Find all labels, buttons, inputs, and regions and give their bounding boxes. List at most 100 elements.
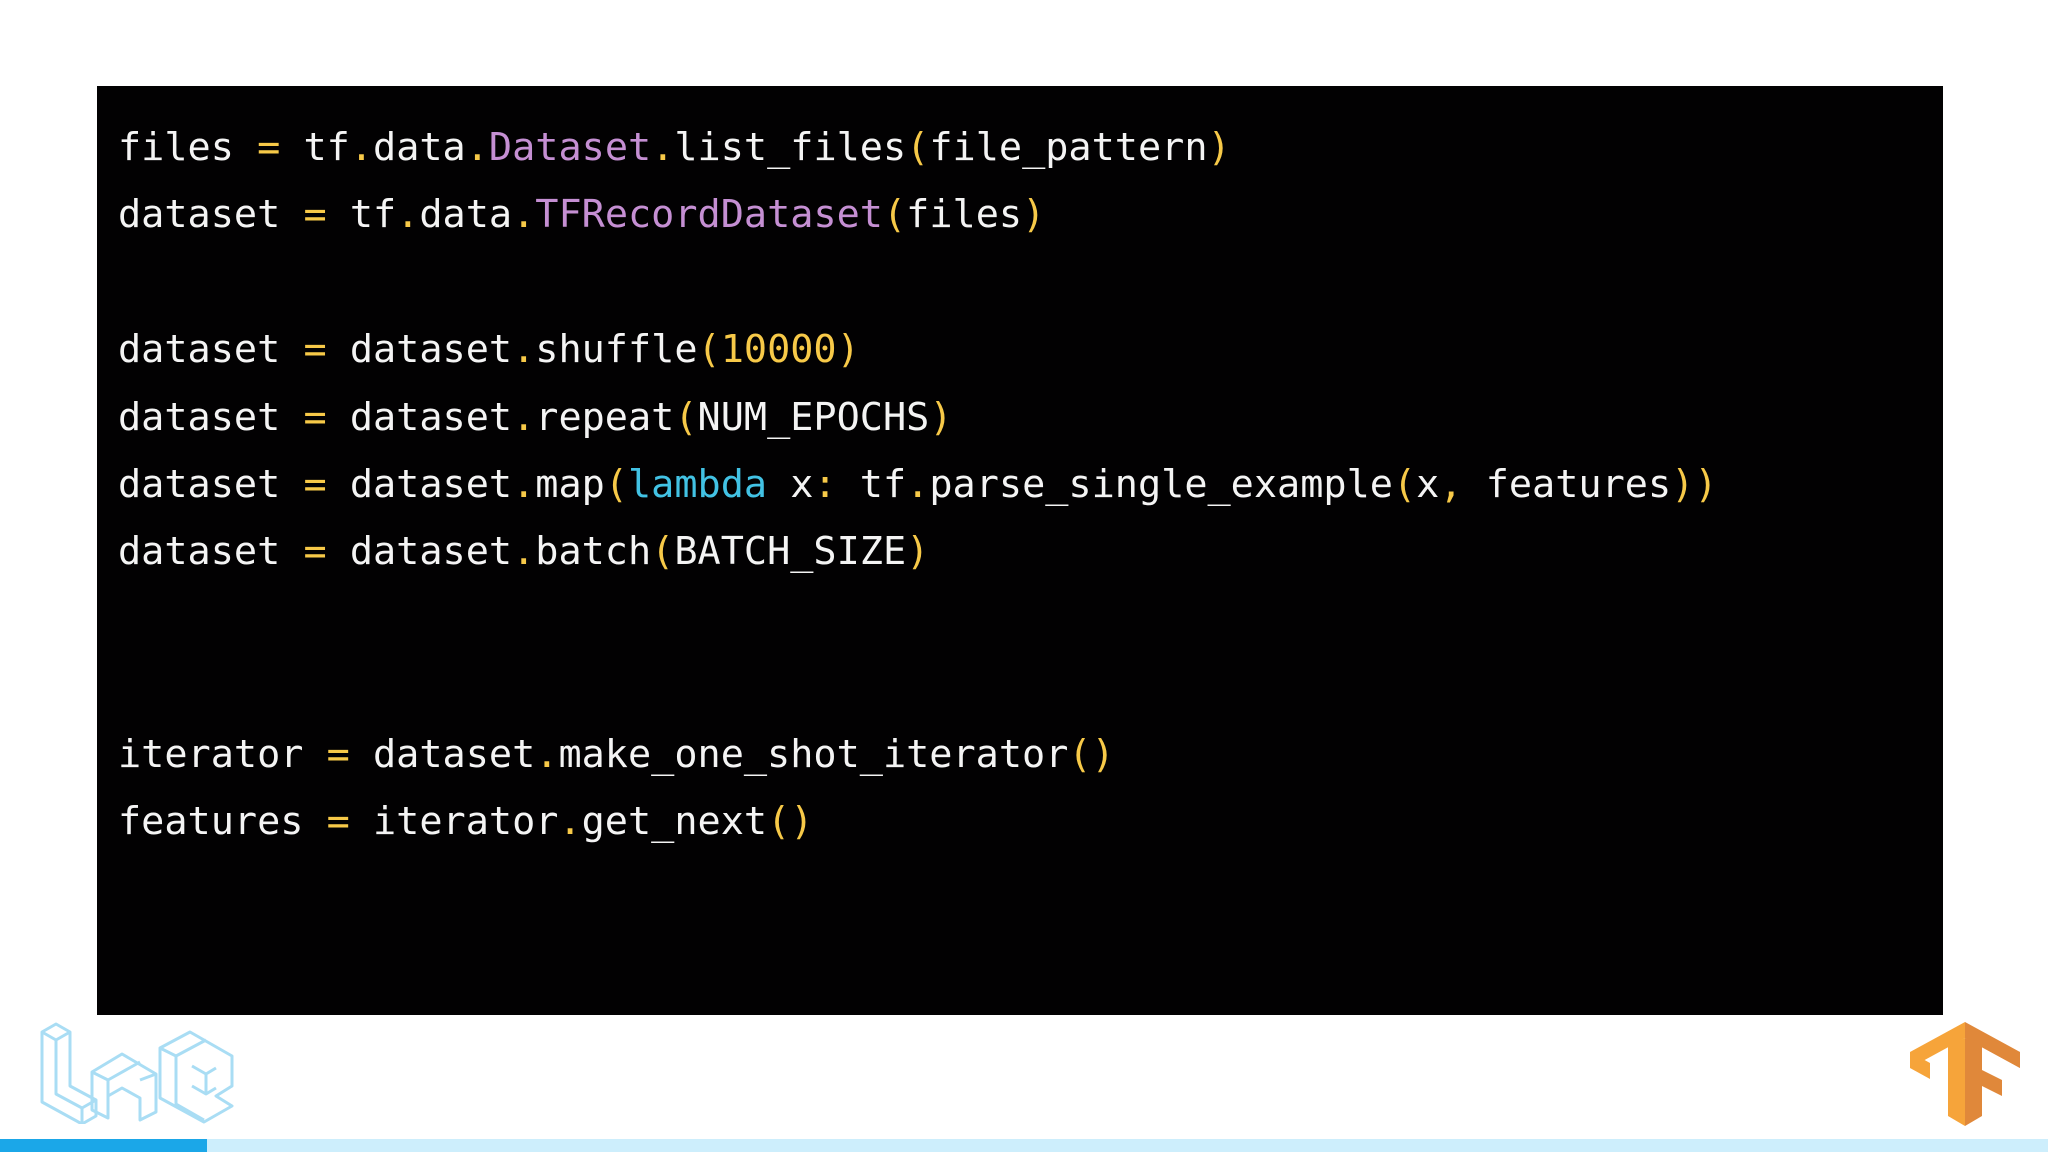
code-token: =	[326, 798, 350, 844]
code-token: ,	[1439, 461, 1463, 507]
code-token: dataset	[118, 327, 281, 373]
code-panel: files = tf.data.Dataset.list_files(file_…	[97, 86, 1943, 1015]
code-line: features = iterator.get_next()	[118, 788, 1718, 855]
code-line: dataset = dataset.map(lambda x: tf.parse…	[118, 451, 1718, 518]
code-token: tf	[280, 125, 350, 170]
code-token: dataset	[118, 461, 281, 507]
code-token: tf	[326, 192, 397, 238]
code-token: (	[674, 394, 698, 440]
code-token: iterator	[118, 731, 304, 777]
code-token: make_one_shot_iterator	[558, 731, 1069, 777]
code-token: dataset	[349, 731, 536, 777]
code-token: =	[303, 394, 327, 440]
code-token: .	[396, 192, 420, 238]
code-token: ()	[767, 798, 814, 844]
code-token: =	[326, 731, 350, 777]
code-line: dataset = tf.data.TFRecordDataset(files)	[118, 181, 1718, 248]
code-token: shuffle	[535, 327, 698, 373]
code-token: iterator	[349, 798, 559, 844]
code-token: batch	[535, 529, 652, 575]
code-token: NUM_EPOCHS	[697, 394, 930, 440]
code-token: )	[906, 529, 930, 575]
code-token: data	[373, 125, 466, 170]
code-token: .	[512, 192, 536, 238]
code-line: dataset = dataset.repeat(NUM_EPOCHS)	[118, 384, 1718, 451]
code-token: get_next	[581, 798, 768, 844]
code-token: =	[303, 529, 327, 575]
code-token: BATCH_SIZE	[674, 529, 907, 575]
code-token: (	[604, 461, 628, 507]
progress-fill	[0, 1139, 207, 1152]
code-token: files	[906, 192, 1023, 238]
code-token: 10000	[720, 327, 837, 373]
code-token: .	[906, 461, 930, 507]
code-token: .	[465, 125, 489, 170]
code-token: =	[303, 192, 327, 238]
code-token: :	[813, 461, 837, 507]
code-line: dataset = dataset.shuffle(10000)	[118, 316, 1718, 383]
code-token: x	[767, 461, 814, 507]
code-token: dataset	[118, 529, 281, 575]
code-token: repeat	[535, 394, 675, 440]
code-token: features	[1462, 461, 1672, 507]
code-token: )	[1022, 192, 1046, 238]
code-token: dataset	[118, 192, 281, 238]
code-token: .	[512, 394, 536, 440]
code-token: .	[512, 461, 536, 507]
code-token: lambda	[628, 461, 768, 507]
code-token: TFRecordDataset	[535, 192, 883, 238]
code-token: dataset	[326, 327, 513, 373]
code-token: parse_single_example	[929, 461, 1393, 507]
code-token: ))	[1671, 461, 1718, 507]
code-token: )	[1207, 125, 1231, 170]
code-token: features	[118, 798, 304, 844]
code-token: dataset	[326, 394, 513, 440]
code-token: file_pattern	[929, 125, 1208, 170]
code-token: ()	[1068, 731, 1115, 777]
code-block: files = tf.data.Dataset.list_files(file_…	[118, 114, 1718, 855]
code-token: map	[535, 461, 605, 507]
code-token: =	[303, 327, 327, 373]
tensorflow-logo-icon	[1910, 1022, 2020, 1126]
lab-logo-icon	[40, 1022, 234, 1124]
code-token: =	[303, 461, 327, 507]
code-token: .	[349, 125, 374, 170]
code-token: (	[882, 192, 907, 238]
code-token: list_files	[674, 125, 907, 170]
code-token: .	[558, 798, 582, 844]
code-token: data	[419, 192, 513, 238]
code-token: =	[257, 125, 281, 170]
code-token: (	[906, 125, 930, 170]
code-token: dataset	[326, 461, 513, 507]
code-token: .	[535, 731, 559, 777]
code-token: x	[1416, 461, 1440, 507]
code-token: dataset	[326, 529, 513, 575]
code-token: .	[512, 327, 536, 373]
code-token: Dataset	[488, 125, 652, 170]
code-line: dataset = dataset.batch(BATCH_SIZE)	[118, 518, 1718, 585]
code-token: (	[651, 529, 675, 575]
code-token: (	[697, 327, 721, 373]
code-token: (	[1392, 461, 1417, 507]
slide: files = tf.data.Dataset.list_files(file_…	[0, 0, 2048, 1152]
code-token: .	[651, 125, 675, 170]
code-line: iterator = dataset.make_one_shot_iterato…	[118, 721, 1718, 788]
code-token: tf	[836, 461, 907, 507]
code-token: )	[836, 327, 860, 373]
progress-bar	[0, 1139, 2048, 1152]
code-token: dataset	[118, 394, 281, 440]
code-line: files = tf.data.Dataset.list_files(file_…	[118, 114, 1718, 181]
code-token: )	[929, 394, 953, 440]
code-token: files	[118, 125, 234, 170]
